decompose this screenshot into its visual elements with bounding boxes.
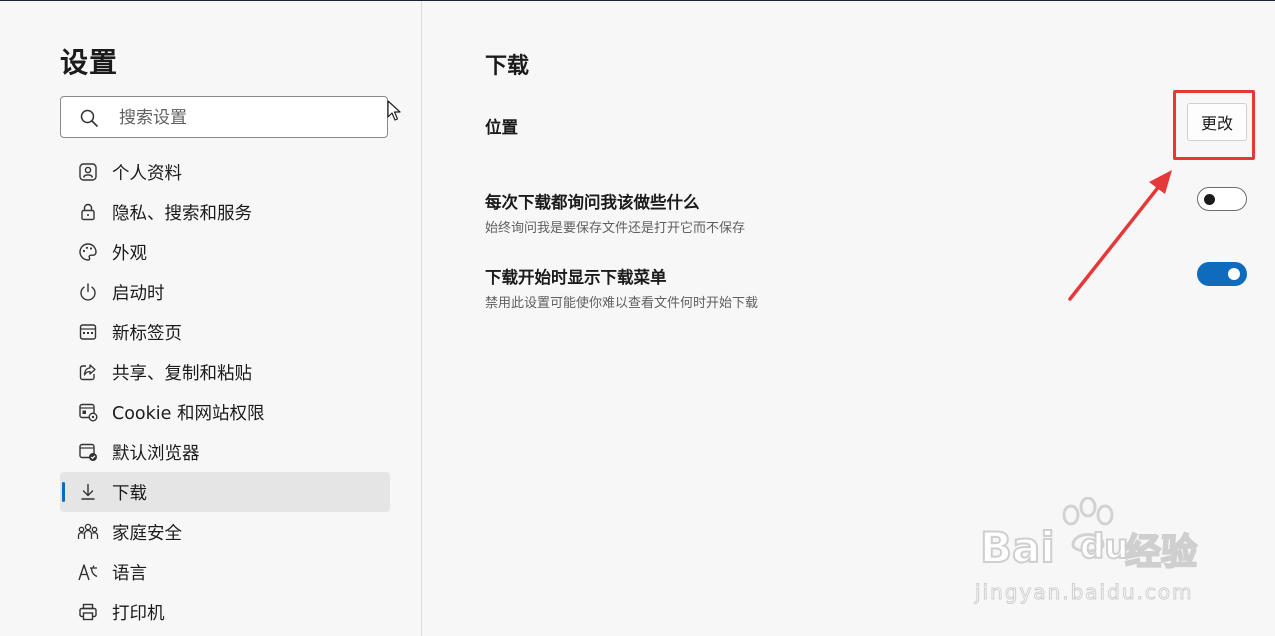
page-title: 下载 <box>485 54 530 79</box>
share-icon <box>77 361 99 383</box>
download-icon <box>77 481 99 503</box>
sidebar-item-new-tab[interactable]: 新标签页 <box>60 312 390 352</box>
sidebar-item-label: 打印机 <box>112 603 165 624</box>
location-label: 位置 <box>485 118 518 137</box>
ask-each-download-description: 始终询问我是要保存文件还是打开它而不保存 <box>485 221 746 236</box>
sidebar-item-cookies[interactable]: Cookie 和网站权限 <box>60 392 390 432</box>
sidebar-item-label: Cookie 和网站权限 <box>112 403 265 424</box>
watermark-product: 经验 <box>1124 531 1198 574</box>
sidebar-item-languages[interactable]: 语言 <box>60 552 390 592</box>
search-input[interactable] <box>117 105 371 131</box>
sidebar-item-label: 隐私、搜索和服务 <box>112 203 252 224</box>
default-browser-icon <box>77 441 99 463</box>
sidebar-item-share[interactable]: 共享、复制和粘贴 <box>60 352 390 392</box>
watermark-brand-du: du <box>1079 526 1130 568</box>
sidebar-item-label: 新标签页 <box>112 323 182 344</box>
language-icon <box>77 561 99 583</box>
sidebar-item-label: 下载 <box>112 483 147 504</box>
sidebar-item-profile[interactable]: 个人资料 <box>60 152 390 192</box>
sidebar-item-label: 默认浏览器 <box>112 443 200 464</box>
sidebar-item-printers[interactable]: 打印机 <box>60 592 390 632</box>
sidebar-nav: 个人资料 隐私、搜索和服务 外观 启动时 新标签页 共享、复制和粘贴 Cooki… <box>60 152 390 632</box>
watermark-brand: Bai <box>979 522 1056 573</box>
sidebar-item-label: 外观 <box>112 243 147 264</box>
toggle-knob <box>1228 268 1240 280</box>
sidebar-item-startup[interactable]: 启动时 <box>60 272 390 312</box>
show-downloads-menu-toggle[interactable] <box>1197 262 1247 286</box>
baidu-jingyan-watermark: Bai du 经验 jingyan.baidu.com <box>975 495 1205 610</box>
sidebar-item-family-safety[interactable]: 家庭安全 <box>60 512 390 552</box>
show-downloads-menu-title: 下载开始时显示下载菜单 <box>485 268 667 287</box>
sidebar-item-label: 语言 <box>112 563 147 584</box>
new-tab-icon <box>77 321 99 343</box>
search-box[interactable] <box>60 96 388 138</box>
sidebar-item-label: 启动时 <box>112 283 165 304</box>
toggle-knob <box>1204 194 1215 205</box>
lock-icon <box>77 201 99 223</box>
sidebar-title: 设置 <box>60 46 119 79</box>
sidebar-item-default-browser[interactable]: 默认浏览器 <box>60 432 390 472</box>
ask-each-download-toggle[interactable] <box>1197 187 1247 211</box>
printer-icon <box>77 601 99 623</box>
annotation-arrow <box>1068 170 1172 301</box>
sidebar-item-label: 个人资料 <box>112 163 182 184</box>
mouse-cursor-icon <box>387 100 401 121</box>
watermark-url: jingyan.baidu.com <box>975 580 1194 605</box>
show-downloads-menu-description: 禁用此设置可能使你难以查看文件何时开始下载 <box>485 296 759 311</box>
sidebar-item-appearance[interactable]: 外观 <box>60 232 390 272</box>
sidebar-item-privacy[interactable]: 隐私、搜索和服务 <box>60 192 390 232</box>
sidebar-item-label: 家庭安全 <box>112 523 182 544</box>
settings-sidebar: 设置 个人资料 隐私、搜索和服务 外观 <box>0 1 421 636</box>
sidebar-item-label: 共享、复制和粘贴 <box>112 363 252 384</box>
sidebar-item-downloads[interactable]: 下载 <box>60 472 390 512</box>
profile-icon <box>77 161 99 183</box>
cookie-settings-icon <box>77 401 99 423</box>
ask-each-download-title: 每次下载都询问我该做些什么 <box>485 193 700 212</box>
search-icon <box>80 109 98 127</box>
power-icon <box>77 281 99 303</box>
palette-icon <box>77 241 99 263</box>
annotation-highlight-box <box>1173 90 1255 160</box>
family-icon <box>77 521 99 543</box>
